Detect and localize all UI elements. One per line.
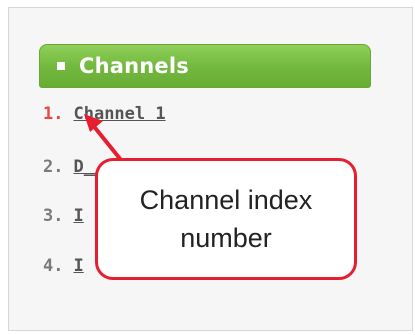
callout-line-2: number: [180, 223, 272, 253]
channel-link-4[interactable]: I: [73, 256, 83, 276]
channel-item-4: 4. I: [43, 256, 84, 276]
channel-index-2: 2.: [43, 157, 64, 177]
channels-title: Channels: [79, 54, 189, 78]
channels-header[interactable]: Channels: [39, 44, 371, 88]
channel-link-1[interactable]: Channel 1: [73, 104, 165, 124]
channel-link-3[interactable]: I: [73, 206, 83, 226]
channel-index-4: 4.: [43, 256, 64, 276]
callout-line-1: Channel index: [139, 185, 313, 215]
square-bullet-icon: [57, 62, 65, 70]
channel-item-3: 3. I: [43, 206, 84, 226]
channel-index-1: 1.: [43, 104, 64, 124]
callout-box: Channel index number: [95, 158, 357, 280]
channel-item-1: 1. Channel 1: [43, 104, 166, 124]
channel-index-3: 3.: [43, 206, 64, 226]
